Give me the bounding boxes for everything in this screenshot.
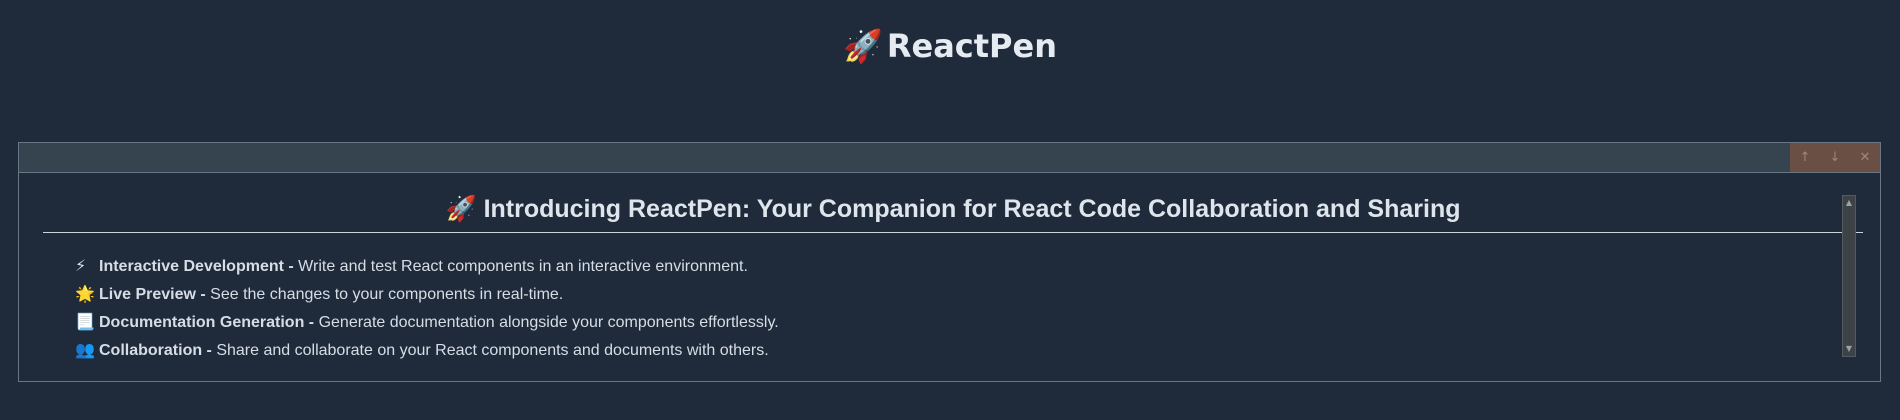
- people-icon: 👥: [75, 342, 95, 359]
- document-heading: 🚀 Introducing ReactPen: Your Companion f…: [43, 195, 1863, 233]
- app-header: 🚀 ReactPen: [0, 20, 1900, 72]
- list-item: 👥 Collaboration - Share and collaborate o…: [75, 337, 779, 365]
- feature-name: Collaboration -: [99, 342, 212, 359]
- feature-description: Share and collaborate on your React comp…: [211, 342, 769, 359]
- feature-description: See the changes to your components in re…: [205, 286, 564, 303]
- feature-name: Interactive Development -: [99, 258, 294, 275]
- app-title: 🚀 ReactPen: [843, 27, 1057, 65]
- feature-name: Live Preview -: [99, 286, 206, 303]
- scroll-up-icon[interactable]: ▲: [1843, 197, 1855, 209]
- app-title-text: ReactPen: [886, 27, 1057, 65]
- document-panel: ↑ ↓ ✕ 🚀 Introducing ReactPen: Your Compa…: [18, 142, 1881, 382]
- panel-toolbar: ↑ ↓ ✕: [19, 143, 1880, 173]
- rocket-icon: 🚀: [843, 27, 883, 65]
- scroll-thumb[interactable]: [1844, 210, 1854, 342]
- lightning-icon: ⚡: [75, 258, 87, 275]
- list-item: ⚡ Interactive Development - Write and tes…: [75, 253, 779, 281]
- list-item: 🌟 Live Preview - See the changes to your …: [75, 281, 779, 309]
- document-icon: 📃: [75, 314, 95, 331]
- arrow-down-icon[interactable]: ↓: [1822, 145, 1848, 171]
- feature-name: Documentation Generation -: [99, 314, 315, 331]
- panel-body: 🚀 Introducing ReactPen: Your Companion f…: [19, 173, 1880, 381]
- scroll-down-icon[interactable]: ▼: [1843, 343, 1855, 355]
- panel-controls: ↑ ↓ ✕: [1790, 143, 1880, 172]
- document-preview: 🚀 Introducing ReactPen: Your Companion f…: [43, 173, 1863, 381]
- vertical-scrollbar[interactable]: ▲ ▼: [1842, 195, 1856, 357]
- close-icon[interactable]: ✕: [1852, 145, 1878, 171]
- feature-description: Generate documentation alongside your co…: [314, 314, 779, 331]
- star-icon: 🌟: [75, 286, 95, 303]
- feature-list: ⚡ Interactive Development - Write and tes…: [75, 253, 779, 365]
- feature-description: Write and test React components in an in…: [293, 258, 748, 275]
- list-item: 📃 Documentation Generation - Generate doc…: [75, 309, 779, 337]
- arrow-up-icon[interactable]: ↑: [1792, 145, 1818, 171]
